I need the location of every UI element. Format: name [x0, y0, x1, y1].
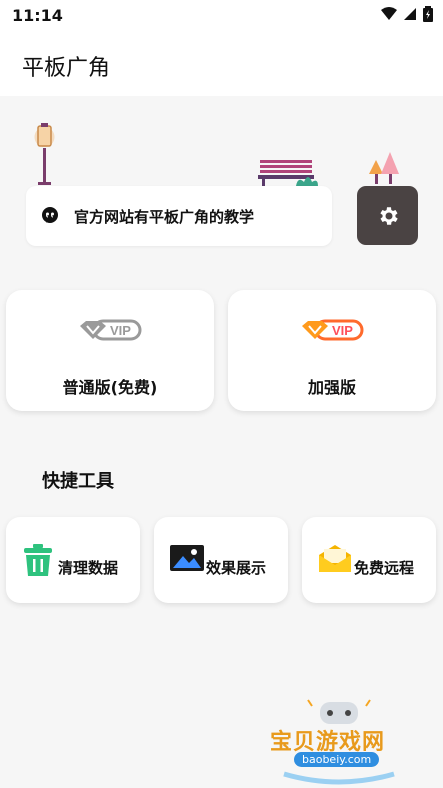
free-version-label: 普通版(免费) [62, 378, 158, 397]
effect-showcase-label: 效果展示 [206, 559, 267, 577]
svg-text:VIP: VIP [110, 323, 131, 338]
clean-data-button[interactable]: 清理数据 [6, 517, 140, 603]
tree-icon [369, 152, 399, 184]
quote-bubble-icon [42, 207, 58, 223]
settings-button[interactable] [357, 186, 418, 245]
tools-section-title: 快捷工具 [42, 471, 114, 492]
status-bar: 11:14 [0, 0, 443, 30]
notice-card[interactable]: 官方网站有平板广角的教学 [26, 186, 332, 246]
street-lamp-icon [34, 123, 55, 185]
watermark-domain: baobeiy.com [294, 752, 380, 767]
notice-text: 官方网站有平板广角的教学 [74, 208, 255, 226]
gear-icon [379, 206, 398, 225]
plus-version-card[interactable]: VIP 加强版 [228, 290, 436, 411]
image-icon [170, 545, 204, 571]
app-bar: 平板广角 [0, 30, 443, 96]
battery-icon [423, 6, 433, 22]
free-version-card[interactable]: VIP 普通版(免费) [6, 290, 214, 411]
envelope-icon [319, 545, 351, 572]
trash-icon [24, 544, 52, 576]
free-remote-label: 免费远程 [354, 559, 415, 577]
page-title: 平板广角 [22, 56, 111, 81]
watermark-logo: 宝贝游戏网 baobeiy.com [264, 694, 414, 786]
status-time: 11:14 [12, 6, 63, 25]
free-remote-button[interactable]: 免费远程 [302, 517, 436, 603]
vip-gray-badge-icon: VIP [80, 319, 142, 341]
signal-icon [404, 8, 416, 20]
svg-text:VIP: VIP [332, 323, 353, 338]
plus-version-label: 加强版 [307, 378, 356, 397]
wifi-icon [381, 7, 397, 20]
vip-orange-badge-icon: VIP [302, 319, 364, 341]
effect-showcase-button[interactable]: 效果展示 [154, 517, 288, 603]
status-icons [381, 6, 433, 22]
clean-data-label: 清理数据 [58, 559, 119, 577]
